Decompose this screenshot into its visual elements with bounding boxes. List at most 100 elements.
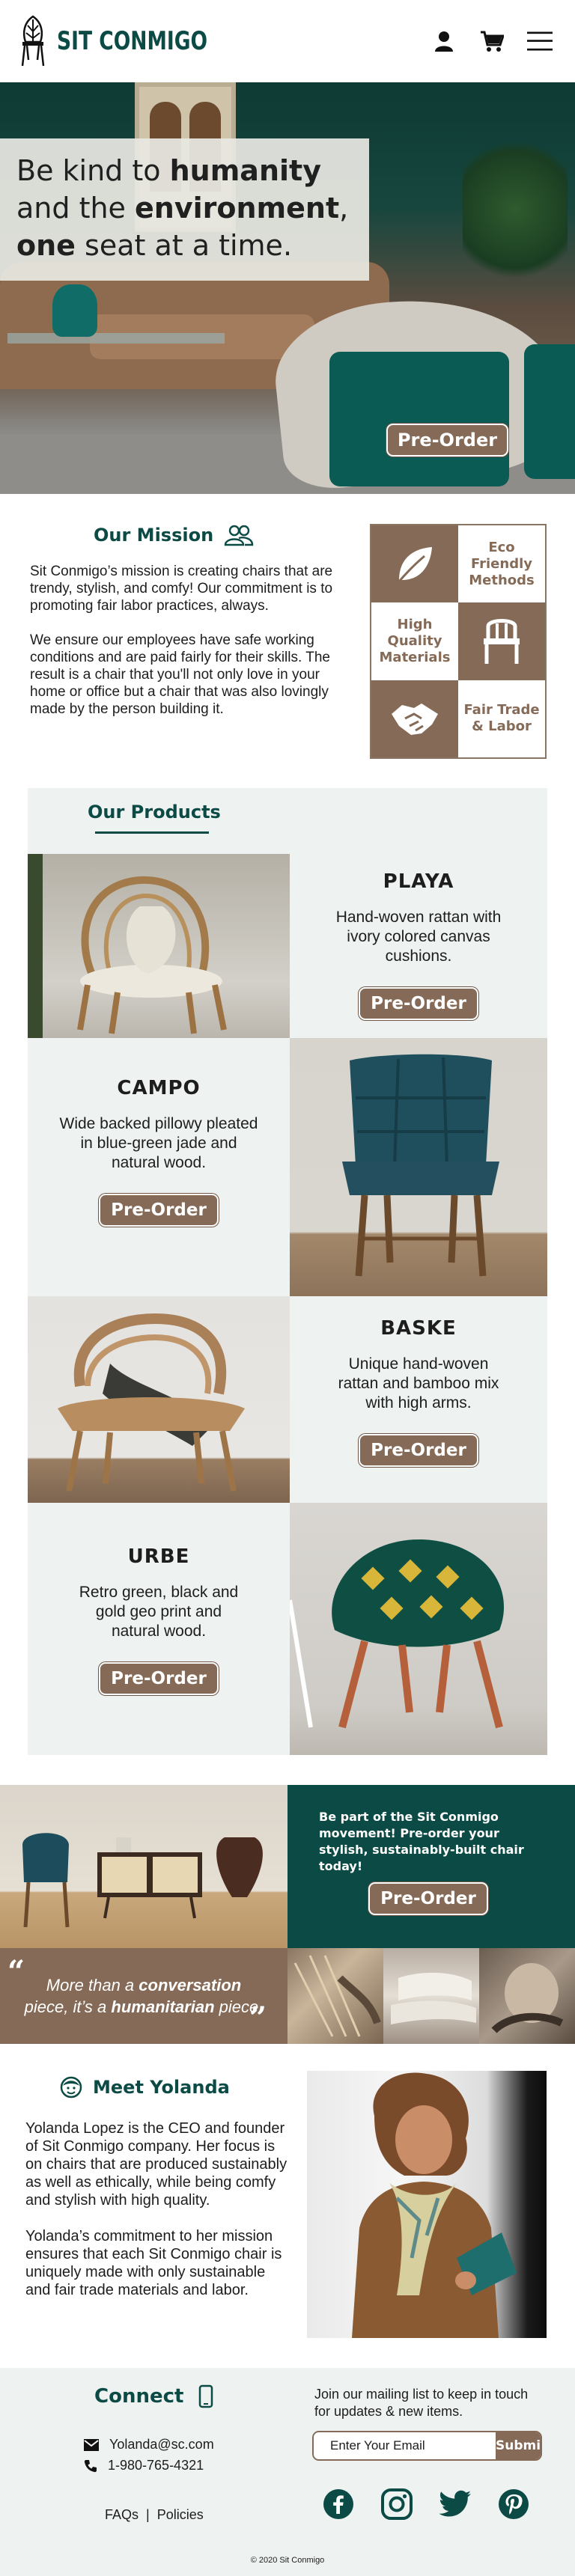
hero-preorder-button[interactable]: Pre-Order bbox=[386, 424, 508, 457]
contact-phone-row[interactable]: 1-980-765-4321 bbox=[84, 2458, 204, 2473]
feature-quality-label: High Quality Materials bbox=[371, 602, 458, 680]
yolanda-portrait bbox=[307, 2071, 547, 2338]
banner-text: Be part of the Sit Conmigo movement! Pre… bbox=[319, 1810, 524, 1873]
campo-card: CAMPO Wide backed pillowy pleated in blu… bbox=[28, 1077, 290, 1227]
features-grid: Eco Friendly Methods High Quality Materi… bbox=[370, 524, 547, 759]
social-links bbox=[322, 2488, 530, 2521]
hero-ottoman-right bbox=[524, 344, 575, 479]
craft-image-woodwork bbox=[479, 1948, 575, 2044]
facebook-icon[interactable] bbox=[322, 2488, 355, 2521]
hero-ottoman bbox=[329, 352, 509, 486]
hero-vase bbox=[52, 284, 97, 337]
copyright: © 2020 Sit Conmigo bbox=[0, 2556, 575, 2565]
mailing-list-text: Join our mailing list to keep in touch f… bbox=[314, 2387, 529, 2419]
products-title: Our Products bbox=[88, 802, 221, 822]
product-name: PLAYA bbox=[383, 870, 454, 893]
product-description: Wide backed pillowy pleated in blue-gree… bbox=[59, 1115, 258, 1171]
campo-chair-image bbox=[290, 1038, 547, 1296]
hero-text-bold: humanity bbox=[169, 154, 321, 187]
banner-preorder-button[interactable]: Pre-Order bbox=[368, 1882, 488, 1915]
meet-paragraph-2: Yolanda’s commitment to her mission ensu… bbox=[25, 2228, 282, 2298]
site-header: SIT CONMIGO bbox=[0, 0, 575, 82]
telephone-icon bbox=[84, 2459, 97, 2472]
products-section: Our Products PLAYA Hand-woven rattan wit… bbox=[28, 788, 547, 1755]
hero-plant bbox=[463, 127, 568, 292]
contact-phone[interactable]: 1-980-765-4321 bbox=[108, 2458, 204, 2473]
twitter-icon[interactable] bbox=[439, 2488, 472, 2521]
quote-box: “ More than a conversation piece, it’s a… bbox=[0, 1948, 288, 2044]
urbe-card: URBE Retro green, black and gold geo pri… bbox=[28, 1545, 290, 1695]
logo[interactable]: SIT CONMIGO bbox=[19, 15, 250, 67]
banner-cta-panel: Be part of the Sit Conmigo movement! Pre… bbox=[288, 1785, 575, 1948]
quote-text: More than a conversation piece, it’s a h… bbox=[22, 1974, 265, 2018]
pinterest-icon[interactable] bbox=[497, 2488, 530, 2521]
campo-preorder-button[interactable]: Pre-Order bbox=[99, 1194, 219, 1227]
newsletter-form: Submit bbox=[312, 2431, 542, 2461]
banner-room-image bbox=[0, 1785, 288, 1948]
brand-name: SIT CONMIGO bbox=[57, 26, 208, 56]
policies-link[interactable]: Policies bbox=[157, 2507, 204, 2523]
quote-part: More than a bbox=[46, 1976, 139, 1994]
connect-title-row: Connect bbox=[94, 2384, 213, 2408]
feature-eco-label: Eco Friendly Methods bbox=[458, 525, 545, 603]
hero-headline-card: Be kind to humanity and the environment,… bbox=[0, 138, 369, 281]
quote-bold: humanitarian bbox=[111, 1997, 215, 2016]
mission-title: Our Mission bbox=[94, 525, 214, 546]
product-description: Hand-woven rattan with ivory colored can… bbox=[335, 909, 502, 965]
product-name: CAMPO bbox=[117, 1077, 201, 1099]
footer-links: FAQs | Policies bbox=[105, 2507, 204, 2523]
meet-section: Meet Yolanda Yolanda Lopez is the CEO an… bbox=[25, 2069, 288, 2299]
hero-text-bold: one bbox=[16, 229, 76, 262]
copyright-text: 2020 Sit Conmigo bbox=[258, 2556, 325, 2565]
mission-paragraph-1: Sit Conmigo’s mission is creating chairs… bbox=[30, 564, 333, 614]
meet-title: Meet Yolanda bbox=[93, 2077, 230, 2098]
open-quote-mark: “ bbox=[7, 1954, 25, 1989]
feature-fairtrade-label: Fair Trade & Labor bbox=[458, 680, 545, 757]
hero-text: Be kind to bbox=[16, 154, 170, 187]
product-name: BASKE bbox=[380, 1317, 457, 1340]
handshake-icon bbox=[371, 680, 458, 757]
craft-image-weaving bbox=[288, 1948, 383, 2044]
faqs-link[interactable]: FAQs bbox=[105, 2507, 139, 2523]
hero-headline: Be kind to humanity and the environment,… bbox=[16, 152, 353, 264]
hero-text: and the bbox=[16, 192, 136, 225]
baske-preorder-button[interactable]: Pre-Order bbox=[359, 1434, 478, 1467]
close-quote-mark: ” bbox=[249, 2000, 267, 2036]
email-input[interactable] bbox=[314, 2432, 496, 2459]
mission-section: Our Mission Sit Conmigo’s mission is cre… bbox=[30, 516, 352, 718]
craft-image-textiles bbox=[383, 1948, 479, 2044]
baske-card: BASKE Unique hand-woven rattan and bambo… bbox=[290, 1317, 547, 1467]
mail-icon bbox=[84, 2438, 99, 2451]
leaf-icon bbox=[371, 525, 458, 603]
chair-icon bbox=[458, 602, 545, 680]
instagram-icon[interactable] bbox=[380, 2488, 413, 2521]
cart-icon[interactable] bbox=[479, 28, 505, 54]
submit-button[interactable]: Submit bbox=[496, 2432, 541, 2459]
connect-title: Connect bbox=[94, 2385, 184, 2408]
hero-text-bold: environment bbox=[135, 192, 340, 225]
playa-preorder-button[interactable]: Pre-Order bbox=[359, 987, 478, 1020]
contact-email-row[interactable]: Yolanda@sc.com bbox=[84, 2437, 214, 2453]
phone-icon bbox=[199, 2384, 213, 2408]
face-icon bbox=[60, 2076, 82, 2099]
quote-part: piece, it’s a bbox=[24, 1997, 112, 2016]
product-name: URBE bbox=[127, 1545, 190, 1568]
hamburger-menu-icon[interactable] bbox=[527, 28, 553, 54]
logo-chair-icon bbox=[21, 15, 45, 67]
hero-coffee-table bbox=[7, 333, 225, 344]
site-footer: Connect Yolanda@sc.com 1-980-765-4321 FA… bbox=[0, 2368, 575, 2576]
mission-paragraph-2: We ensure our employees have safe workin… bbox=[30, 632, 330, 717]
baske-chair-image bbox=[28, 1296, 290, 1503]
urbe-preorder-button[interactable]: Pre-Order bbox=[99, 1662, 219, 1695]
user-icon[interactable] bbox=[431, 28, 457, 54]
hero-banner: Be kind to humanity and the environment,… bbox=[0, 82, 575, 494]
meet-title-row: Meet Yolanda bbox=[25, 2069, 288, 2106]
people-icon bbox=[224, 525, 254, 546]
contact-email[interactable]: Yolanda@sc.com bbox=[109, 2437, 214, 2453]
products-title-underline bbox=[95, 831, 209, 834]
copyright-icon: © bbox=[250, 2556, 257, 2565]
product-description: Unique hand-woven rattan and bamboo mix … bbox=[338, 1355, 499, 1411]
product-description: Retro green, black and gold geo print an… bbox=[79, 1584, 239, 1640]
mission-title-row: Our Mission bbox=[30, 516, 352, 554]
meet-paragraph-1: Yolanda Lopez is the CEO and founder of … bbox=[25, 2120, 288, 2209]
